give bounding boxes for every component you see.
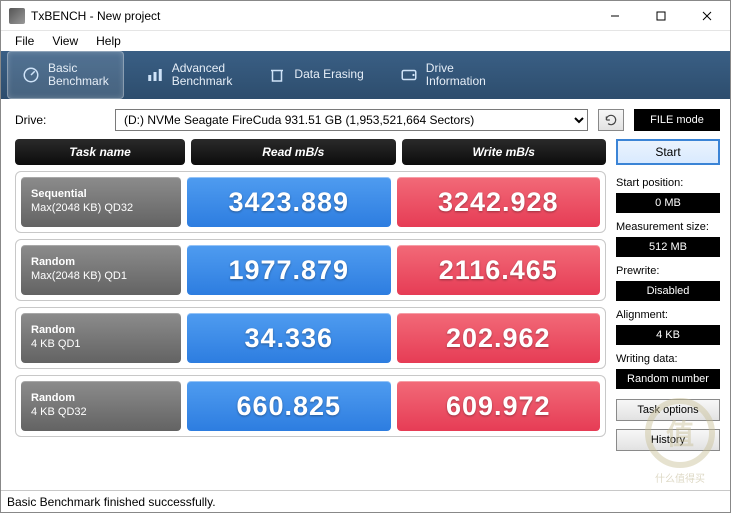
titlebar: TxBENCH - New project	[1, 1, 730, 31]
close-button[interactable]	[684, 1, 730, 31]
tab-data-erasing[interactable]: Data Erasing	[254, 51, 377, 99]
results-header: Task name Read mB/s Write mB/s	[15, 139, 606, 165]
app-icon	[9, 8, 25, 24]
drive-select[interactable]: (D:) NVMe Seagate FireCuda 931.51 GB (1,…	[115, 109, 588, 131]
measurement-size-label: Measurement size:	[616, 221, 720, 233]
start-position-label: Start position:	[616, 177, 720, 189]
menu-file[interactable]: File	[7, 33, 42, 49]
bars-icon	[146, 66, 164, 84]
read-value[interactable]: 660.825	[187, 381, 391, 431]
task-cell[interactable]: Random4 KB QD32	[21, 381, 181, 431]
file-mode-button[interactable]: FILE mode	[634, 109, 720, 131]
maximize-button[interactable]	[638, 1, 684, 31]
alignment-label: Alignment:	[616, 309, 720, 321]
writing-data-value[interactable]: Random number	[616, 369, 720, 389]
writing-data-label: Writing data:	[616, 353, 720, 365]
prewrite-label: Prewrite:	[616, 265, 720, 277]
write-value[interactable]: 3242.928	[397, 177, 601, 227]
statusbar: Basic Benchmark finished successfully.	[1, 490, 730, 512]
toolbar: Basic Benchmark Advanced Benchmark Data …	[1, 51, 730, 99]
bench-row: Random4 KB QD32 660.825 609.972	[15, 375, 606, 437]
side-panel: Start Start position: 0 MB Measurement s…	[616, 139, 720, 486]
tab-label: Drive Information	[426, 62, 486, 88]
erase-icon	[268, 66, 286, 84]
start-position-value[interactable]: 0 MB	[616, 193, 720, 213]
read-value[interactable]: 34.336	[187, 313, 391, 363]
tab-label: Advanced Benchmark	[172, 62, 233, 88]
status-text: Basic Benchmark finished successfully.	[7, 495, 216, 509]
write-value[interactable]: 2116.465	[397, 245, 601, 295]
tab-label: Basic Benchmark	[48, 62, 109, 88]
write-value[interactable]: 202.962	[397, 313, 601, 363]
header-read: Read mB/s	[191, 139, 396, 165]
header-task: Task name	[15, 139, 185, 165]
bench-row: SequentialMax(2048 KB) QD32 3423.889 324…	[15, 171, 606, 233]
history-button[interactable]: History	[616, 429, 720, 451]
drive-icon	[400, 66, 418, 84]
drive-row: Drive: (D:) NVMe Seagate FireCuda 931.51…	[1, 99, 730, 139]
minimize-button[interactable]	[592, 1, 638, 31]
gauge-icon	[22, 66, 40, 84]
task-cell[interactable]: Random4 KB QD1	[21, 313, 181, 363]
drive-label: Drive:	[15, 113, 105, 127]
menubar: File View Help	[1, 31, 730, 51]
read-value[interactable]: 1977.879	[187, 245, 391, 295]
read-value[interactable]: 3423.889	[187, 177, 391, 227]
menu-view[interactable]: View	[44, 33, 86, 49]
prewrite-value[interactable]: Disabled	[616, 281, 720, 301]
measurement-size-value[interactable]: 512 MB	[616, 237, 720, 257]
tab-advanced-benchmark[interactable]: Advanced Benchmark	[132, 51, 247, 99]
alignment-value[interactable]: 4 KB	[616, 325, 720, 345]
results-panel: Task name Read mB/s Write mB/s Sequentia…	[15, 139, 606, 486]
tab-drive-information[interactable]: Drive Information	[386, 51, 500, 99]
header-write: Write mB/s	[402, 139, 607, 165]
menu-help[interactable]: Help	[88, 33, 129, 49]
task-cell[interactable]: RandomMax(2048 KB) QD1	[21, 245, 181, 295]
window-title: TxBENCH - New project	[31, 9, 592, 23]
bench-row: Random4 KB QD1 34.336 202.962	[15, 307, 606, 369]
tab-label: Data Erasing	[294, 68, 363, 81]
tab-basic-benchmark[interactable]: Basic Benchmark	[7, 51, 124, 99]
refresh-icon	[604, 113, 618, 127]
write-value[interactable]: 609.972	[397, 381, 601, 431]
task-cell[interactable]: SequentialMax(2048 KB) QD32	[21, 177, 181, 227]
bench-row: RandomMax(2048 KB) QD1 1977.879 2116.465	[15, 239, 606, 301]
start-button[interactable]: Start	[616, 139, 720, 165]
refresh-button[interactable]	[598, 109, 624, 131]
task-options-button[interactable]: Task options	[616, 399, 720, 421]
